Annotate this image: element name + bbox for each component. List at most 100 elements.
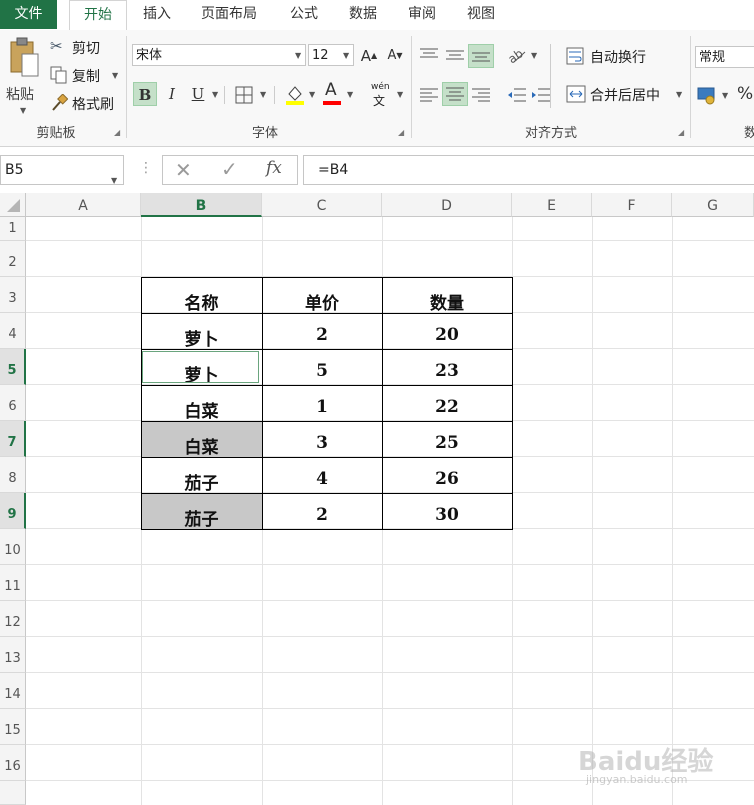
row-header-16[interactable]: 16 [0, 745, 26, 781]
align-middle-icon[interactable] [444, 46, 466, 64]
borders-dropdown-icon[interactable]: ▼ [260, 90, 266, 99]
row-header-12[interactable]: 12 [0, 601, 26, 637]
row-header-7[interactable]: 7 [0, 421, 26, 457]
table-header-price[interactable]: 单价 [262, 289, 382, 314]
cell-d7[interactable]: 25 [382, 433, 512, 453]
select-all-button[interactable] [0, 193, 26, 217]
cell-b6[interactable]: 白菜 [141, 397, 262, 422]
borders-icon[interactable] [234, 85, 254, 105]
row-header-3[interactable]: 3 [0, 277, 26, 313]
fill-color-dropdown-icon[interactable]: ▼ [309, 90, 315, 99]
align-bottom-button[interactable] [468, 44, 494, 68]
column-header-e[interactable]: E [512, 193, 592, 217]
cell-d5[interactable]: 23 [382, 361, 512, 381]
format-painter-button[interactable]: 格式刷 [50, 94, 122, 114]
cell-b4[interactable]: 萝卜 [141, 325, 262, 350]
row-header-8[interactable]: 8 [0, 457, 26, 493]
merge-dropdown-icon[interactable]: ▼ [676, 90, 682, 99]
bold-button[interactable]: B [133, 82, 157, 106]
tab-insert[interactable]: 插入 [140, 0, 174, 29]
tab-home[interactable]: 开始 [69, 0, 127, 32]
decrease-indent-icon[interactable] [506, 86, 528, 104]
column-header-g[interactable]: G [672, 193, 754, 217]
paste-dropdown-icon[interactable]: ▼ [20, 106, 26, 115]
cell-c4[interactable]: 2 [262, 325, 382, 345]
phonetic-guide-button[interactable]: wén 文 [368, 82, 394, 108]
name-box[interactable]: B5 ▼ [0, 155, 124, 185]
font-launcher-icon[interactable]: ◢ [398, 128, 404, 137]
cell-b9[interactable]: 茄子 [141, 505, 262, 530]
align-center-button[interactable] [442, 82, 468, 106]
row-header-13[interactable]: 13 [0, 637, 26, 673]
row-header-1[interactable]: 1 [0, 217, 26, 241]
font-name-select[interactable]: 宋体 ▼ [132, 44, 306, 66]
alignment-launcher-icon[interactable]: ◢ [678, 128, 684, 137]
underline-dropdown-icon[interactable]: ▼ [212, 90, 218, 99]
cell-c7[interactable]: 3 [262, 433, 382, 453]
cell-d4[interactable]: 20 [382, 325, 512, 345]
font-size-select[interactable]: 12 ▼ [308, 44, 354, 66]
italic-button[interactable]: I [160, 82, 184, 106]
cell-c6[interactable]: 1 [262, 397, 382, 417]
tab-page-layout[interactable]: 页面布局 [197, 0, 261, 29]
cell-d6[interactable]: 22 [382, 397, 512, 417]
shrink-font-button[interactable]: A▼ [383, 44, 407, 68]
row-header-4[interactable]: 4 [0, 313, 26, 349]
fill-color-icon[interactable] [284, 82, 306, 106]
table-header-qty[interactable]: 数量 [382, 289, 512, 314]
row-header-6[interactable]: 6 [0, 385, 26, 421]
insert-function-icon[interactable]: fx [266, 158, 282, 178]
cell-c8[interactable]: 4 [262, 469, 382, 489]
phonetic-dropdown-icon[interactable]: ▼ [397, 90, 403, 99]
merge-center-button[interactable]: 合并后居中 ▼ [566, 84, 686, 106]
clipboard-launcher-icon[interactable]: ◢ [114, 128, 120, 137]
grow-font-button[interactable]: A▲ [357, 44, 381, 68]
cell-c9[interactable]: 2 [262, 505, 382, 525]
column-header-d[interactable]: D [382, 193, 512, 217]
paste-button[interactable]: 粘贴 ▼ [6, 36, 42, 116]
increase-indent-icon[interactable] [530, 86, 552, 104]
column-header-f[interactable]: F [592, 193, 672, 217]
tab-review[interactable]: 审阅 [405, 0, 439, 29]
row-header-14[interactable]: 14 [0, 673, 26, 709]
row-header-10[interactable]: 10 [0, 529, 26, 565]
drag-handle-icon[interactable]: ⋮ [139, 160, 153, 176]
accounting-format-icon[interactable] [697, 84, 719, 106]
column-header-c[interactable]: C [262, 193, 382, 217]
font-color-button[interactable]: A [321, 80, 343, 106]
tab-data[interactable]: 数据 [346, 0, 380, 29]
font-color-dropdown-icon[interactable]: ▼ [347, 90, 353, 99]
align-right-icon[interactable] [470, 86, 492, 104]
copy-button[interactable]: 复制 ▼ [50, 66, 122, 86]
column-header-b[interactable]: B [141, 193, 262, 217]
cell-d8[interactable]: 26 [382, 469, 512, 489]
tab-formulas[interactable]: 公式 [287, 0, 321, 29]
check-icon[interactable]: ✓ [221, 157, 238, 181]
align-left-icon[interactable] [418, 86, 440, 104]
orientation-dropdown-icon[interactable]: ▼ [531, 51, 537, 60]
row-header-9[interactable]: 9 [0, 493, 26, 529]
row-header-15[interactable]: 15 [0, 709, 26, 745]
row-header-11[interactable]: 11 [0, 565, 26, 601]
cancel-icon[interactable]: ✕ [175, 158, 192, 182]
number-format-select[interactable]: 常规 [695, 46, 754, 68]
copy-dropdown-icon[interactable]: ▼ [112, 71, 118, 80]
cut-button[interactable]: ✂ 剪切 [50, 37, 110, 58]
column-header-a[interactable]: A [26, 193, 141, 217]
row-header-5[interactable]: 5 [0, 349, 26, 385]
cell-c5[interactable]: 5 [262, 361, 382, 381]
wrap-text-button[interactable]: 自动换行 [566, 46, 686, 68]
orientation-icon[interactable]: ab [506, 44, 528, 66]
underline-button[interactable]: U [186, 82, 210, 106]
row-header-17-partial[interactable] [0, 781, 26, 805]
formula-input[interactable]: =B4 [303, 155, 754, 185]
row-header-2[interactable]: 2 [0, 241, 26, 277]
tab-view[interactable]: 视图 [464, 0, 498, 29]
cell-b7[interactable]: 白菜 [141, 433, 262, 458]
align-top-icon[interactable] [418, 46, 440, 64]
cell-d9[interactable]: 30 [382, 505, 512, 525]
table-header-name[interactable]: 名称 [141, 289, 262, 314]
cell-b8[interactable]: 茄子 [141, 469, 262, 494]
tab-file[interactable]: 文件 [0, 0, 57, 29]
worksheet-grid[interactable]: A B C D E F G 1 2 3 4 5 6 7 8 9 10 11 12… [0, 193, 754, 805]
